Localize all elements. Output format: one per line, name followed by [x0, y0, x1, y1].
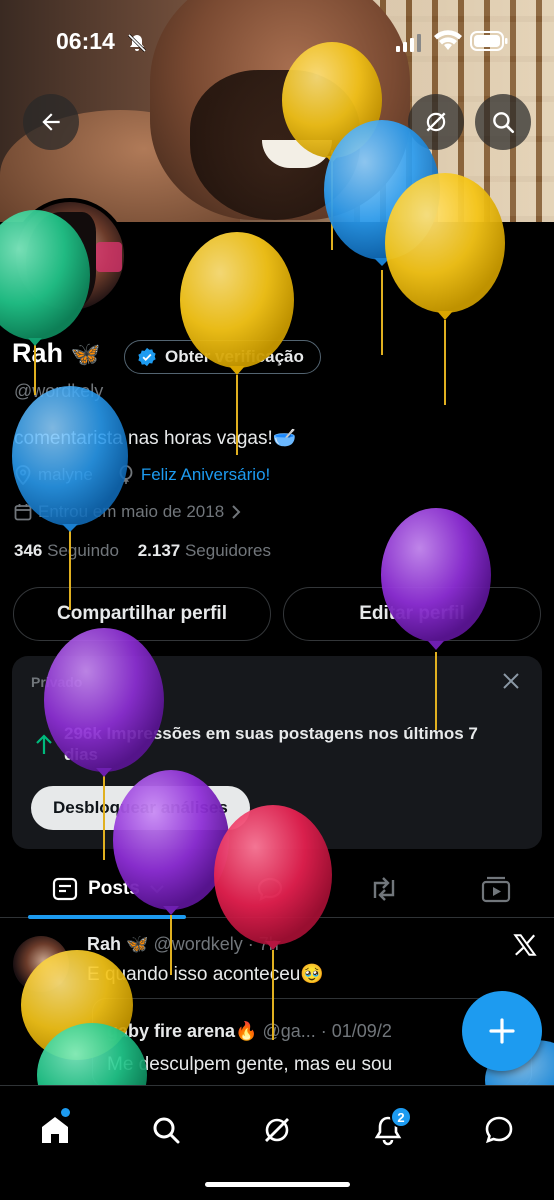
grok-button[interactable] — [408, 94, 464, 150]
following-count: 346 — [14, 541, 43, 560]
compose-button[interactable] — [462, 991, 542, 1071]
nav-messages[interactable] — [469, 1100, 529, 1160]
unlock-analytics-button[interactable]: Desbloquear análises — [31, 786, 250, 830]
status-bar: 06:14 — [0, 0, 554, 80]
birthday-link[interactable]: Feliz Aniversário! — [141, 465, 270, 485]
cellular-signal-icon — [396, 34, 421, 52]
bottom-navigation: 2 — [0, 1085, 554, 1200]
profile-name-text: Rah — [12, 338, 64, 368]
nav-home[interactable] — [25, 1100, 85, 1160]
share-profile-label: Compartilhar perfil — [57, 603, 227, 624]
video-icon — [481, 876, 511, 903]
profile-avatar[interactable] — [12, 198, 128, 314]
followers-link[interactable]: 2.137 Seguidores — [138, 541, 271, 560]
grok-icon — [265, 1118, 289, 1142]
quoted-author: gaby fire arena🔥 — [107, 1021, 258, 1041]
avatar-accent — [96, 242, 122, 272]
balloon-icon — [119, 465, 133, 484]
tab-media[interactable] — [466, 860, 526, 918]
post-time: · 7h — [247, 934, 279, 954]
profile-name: Rah 🦋 — [12, 338, 100, 369]
home-icon — [42, 1117, 68, 1143]
tab-replies[interactable] — [240, 860, 300, 918]
get-verified-button[interactable]: Obter verificação — [124, 340, 321, 374]
get-verified-label: Obter verificação — [165, 347, 304, 366]
profile-handle: @wordkely — [14, 381, 104, 401]
post-author-emoji: 🦋 — [126, 934, 149, 954]
joined-text: Entrou em maio de 2018 — [38, 502, 225, 521]
search-button[interactable] — [475, 94, 531, 150]
home-notification-dot — [61, 1108, 70, 1117]
nav-grok[interactable] — [247, 1100, 307, 1160]
quoted-post-header: gaby fire arena🔥 @ga... · 01/09/2 — [107, 1021, 392, 1042]
chevron-right-icon — [232, 505, 241, 519]
followers-count: 2.137 — [137, 541, 181, 560]
profile-meta-joined[interactable]: Entrou em maio de 2018 — [14, 502, 242, 522]
grok-icon — [426, 112, 446, 132]
followers-label: Seguidores — [184, 541, 271, 560]
butterfly-emoji: 🦋 — [70, 341, 101, 368]
post-handle: @wordkely — [153, 934, 243, 954]
profile-tabs: Posts — [0, 860, 554, 919]
reply-bubble-icon — [257, 877, 283, 902]
tab-posts[interactable]: Posts — [28, 860, 188, 918]
chat-bubble-icon — [485, 1116, 513, 1144]
x-logo-icon — [513, 934, 537, 956]
post-header: Rah 🦋 @wordkely · 7h — [87, 934, 279, 955]
search-icon — [153, 1117, 180, 1144]
location-text: malyne — [38, 465, 93, 484]
nav-notifications[interactable]: 2 — [358, 1100, 418, 1160]
unlock-analytics-label: Desbloquear análises — [53, 798, 228, 817]
nav-search[interactable] — [136, 1100, 196, 1160]
post-item[interactable]: Rah 🦋 @wordkely · 7h E quando isso acont… — [0, 920, 554, 1088]
edit-profile-button[interactable]: Editar perfil — [283, 587, 541, 641]
back-button[interactable] — [23, 94, 79, 150]
location-pin-icon — [15, 465, 31, 485]
tab-posts-label: Posts — [88, 878, 140, 899]
share-profile-button[interactable]: Compartilhar perfil — [13, 587, 271, 641]
verified-badge-icon — [138, 347, 156, 367]
profile-meta-location: malyne Feliz Aniversário! — [14, 465, 270, 485]
posts-icon — [53, 877, 78, 901]
avatar-hair — [26, 212, 96, 310]
following-link[interactable]: 346 Seguindo — [14, 541, 119, 560]
edit-profile-label: Editar perfil — [359, 603, 465, 624]
plus-icon — [489, 1018, 515, 1044]
status-time: 06:14 — [56, 28, 115, 54]
post-text: E quando isso aconteceu🥹 — [87, 964, 325, 985]
home-indicator — [205, 1182, 350, 1187]
tab-reposts[interactable] — [354, 860, 414, 918]
post-author: Rah — [87, 934, 122, 954]
chevron-down-icon — [150, 885, 164, 894]
following-label: Seguindo — [47, 541, 119, 560]
close-icon[interactable] — [500, 670, 522, 692]
private-label: Privado — [31, 674, 83, 690]
impressions-text: 296k Impressões em suas postagens nos úl… — [64, 724, 478, 764]
quoted-handle: @ga... · 01/09/2 — [262, 1021, 392, 1041]
wifi-icon — [434, 30, 462, 50]
balloon-blue-left — [12, 386, 128, 610]
arrow-up-icon — [36, 734, 52, 754]
calendar-icon — [14, 504, 32, 521]
insights-card: Privado 296k Impressões em suas postagen… — [12, 656, 542, 849]
post-avatar[interactable] — [13, 936, 69, 992]
profile-bio: comentarista nas horas vagas!🥣 — [14, 428, 297, 449]
follow-stats: 346 Seguindo 2.137 Seguidores — [14, 541, 271, 561]
search-icon — [493, 112, 515, 134]
notifications-badge: 2 — [390, 1106, 412, 1128]
battery-icon — [470, 31, 508, 51]
quoted-text: Me desculpem gente, mas eu sou — [107, 1054, 393, 1075]
active-tab-indicator — [28, 915, 186, 919]
arrow-left-icon — [42, 113, 60, 131]
silent-bell-icon — [127, 33, 147, 53]
repost-icon — [373, 877, 395, 901]
